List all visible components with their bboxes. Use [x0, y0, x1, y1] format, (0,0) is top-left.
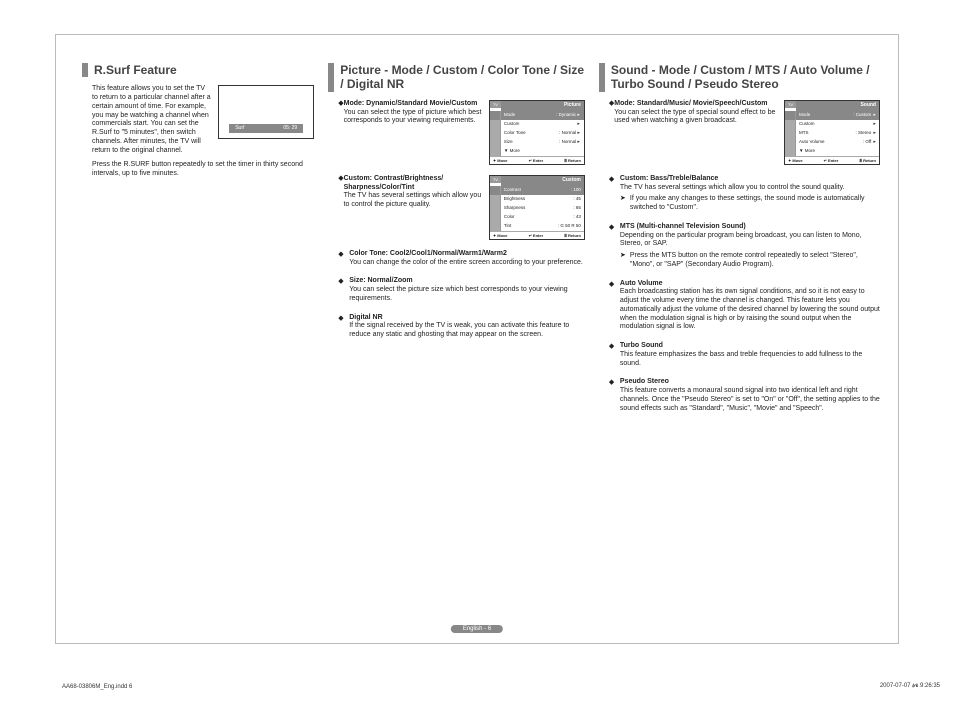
rsurf-intro-text: This feature allows you to set the TV to… [92, 85, 212, 155]
osd-custom: TVCustom Contrast: 100 Brightness: 45 Sh… [489, 175, 585, 240]
bullet-icon: ◆ [609, 224, 616, 270]
sound-item-mode: ◆ Mode: Standard/Music/ Movie/Speech/Cus… [599, 100, 880, 165]
surf-time: 05: 29 [283, 125, 297, 131]
sound-item-mts: ◆ MTS (Multi-channel Television Sound) D… [599, 223, 880, 270]
item-body: Each broadcasting station has its own si… [620, 288, 880, 332]
item-title: Auto Volume [620, 280, 880, 289]
item-title: Custom: Contrast/Brightness/ Sharpness/C… [344, 175, 485, 193]
manual-page: R.Surf Feature This feature allows you t… [55, 34, 899, 644]
tv-icon: TV [490, 101, 501, 108]
rsurf-intro-block: This feature allows you to set the TV to… [82, 85, 314, 155]
osd-header: Custom [501, 176, 584, 186]
footer-file-info: AA68-03806M_Eng.indd 6 [62, 684, 132, 690]
surf-label: Surf [235, 125, 244, 131]
footer-timestamp: 2007-07-07 ፅፄ 9:26:35 [880, 683, 940, 690]
bullet-icon: ◆ [609, 343, 616, 368]
bullet-icon: ◆ [338, 251, 345, 268]
bullet-icon: ◆ [609, 176, 616, 213]
sound-item-turbo: ◆ Turbo Sound This feature emphasizes th… [599, 342, 880, 368]
sound-item-custom: ◆ Custom: Bass/Treble/Balance The TV has… [599, 175, 880, 213]
sub-note: ➤Press the MTS button on the remote cont… [620, 252, 880, 270]
item-title: MTS (Multi-channel Television Sound) [620, 223, 880, 232]
item-title: Color Tone: Cool2/Cool1/Normal/Warm1/War… [349, 250, 585, 259]
picture-item-size: ◆ Size: Normal/Zoom You can select the p… [328, 277, 585, 303]
item-title: Mode: Standard/Music/ Movie/Speech/Custo… [614, 100, 780, 109]
picture-item-custom: ◆ Custom: Contrast/Brightness/ Sharpness… [328, 175, 585, 240]
column-sound: Sound - Mode / Custom / MTS / Auto Volum… [599, 63, 880, 625]
bullet-icon: ◆ [609, 281, 616, 333]
bullet-icon: ◆ [338, 315, 345, 340]
page-number-badge: English - 6 [451, 625, 503, 633]
osd-picture: TVPicture Mode: Dynamic ▶ Custom▶ Color … [489, 100, 585, 165]
sound-item-autovolume: ◆ Auto Volume Each broadcasting station … [599, 280, 880, 333]
tv-icon: TV [785, 101, 796, 108]
rsurf-osd-box: Surf 05: 29 [218, 85, 314, 139]
bullet-icon: ◆ [338, 278, 345, 303]
item-body: This feature emphasizes the bass and tre… [620, 351, 880, 369]
arrow-icon: ➤ [620, 195, 630, 213]
section-title: Sound - Mode / Custom / MTS / Auto Volum… [599, 63, 880, 92]
item-body: You can select the type of special sound… [614, 109, 780, 127]
item-body: The TV has several settings which allow … [620, 184, 880, 193]
item-body: The TV has several settings which allow … [344, 192, 485, 210]
bullet-icon: ◆ [609, 379, 616, 413]
section-title: Picture - Mode / Custom / Color Tone / S… [328, 63, 585, 92]
osd-header: Picture [501, 101, 584, 111]
picture-item-digitalnr: ◆ Digital NR If the signal received by t… [328, 314, 585, 340]
item-title: Custom: Bass/Treble/Balance [620, 175, 880, 184]
item-title: Turbo Sound [620, 342, 880, 351]
osd-header: Sound [796, 101, 879, 111]
item-title: Pseudo Stereo [620, 378, 880, 387]
picture-item-colortone: ◆ Color Tone: Cool2/Cool1/Normal/Warm1/W… [328, 250, 585, 268]
osd-footer: ✦ Move↵ EnterⅢ Return [490, 231, 584, 239]
item-body: Depending on the particular program bein… [620, 232, 880, 250]
item-body: You can select the picture size which be… [349, 286, 585, 304]
item-body: You can select the type of picture which… [344, 109, 485, 127]
item-title: Size: Normal/Zoom [349, 277, 585, 286]
arrow-icon: ➤ [620, 252, 630, 270]
rsurf-press-text: Press the R.SURF button repeatedly to se… [82, 161, 314, 179]
rsurf-osd-bar: Surf 05: 29 [229, 124, 303, 132]
item-body: This feature converts a monaural sound s… [620, 387, 880, 413]
item-body: You can change the color of the entire s… [349, 259, 585, 268]
osd-footer: ✦ Move↵ EnterⅢ Return [490, 156, 584, 164]
osd-footer: ✦ Move↵ EnterⅢ Return [785, 156, 879, 164]
picture-item-mode: ◆ Mode: Dynamic/Standard Movie/Custom Yo… [328, 100, 585, 165]
item-body: If the signal received by the TV is weak… [349, 322, 585, 340]
item-title: Mode: Dynamic/Standard Movie/Custom [344, 100, 485, 109]
tv-icon: TV [490, 176, 501, 183]
sub-note: ➤If you make any changes to these settin… [620, 195, 880, 213]
column-rsurf: R.Surf Feature This feature allows you t… [82, 63, 314, 625]
section-title: R.Surf Feature [82, 63, 314, 77]
column-picture: Picture - Mode / Custom / Color Tone / S… [328, 63, 585, 625]
sound-item-pseudo: ◆ Pseudo Stereo This feature converts a … [599, 378, 880, 413]
osd-sound: TVSound Mode: Custom ▶ Custom▶ MTS: Ster… [784, 100, 880, 165]
item-title: Digital NR [349, 314, 585, 323]
